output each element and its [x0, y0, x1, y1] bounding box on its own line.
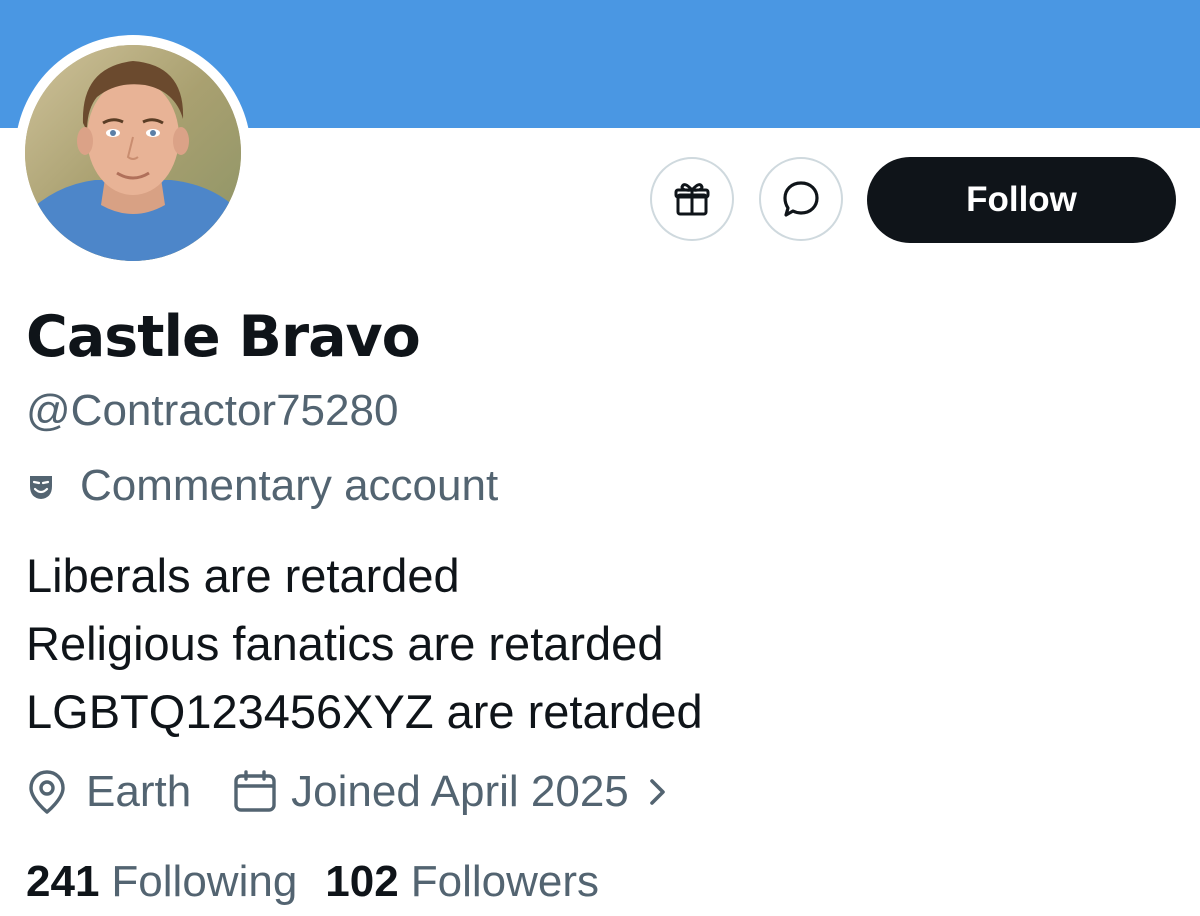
avatar-image — [25, 45, 241, 261]
message-button[interactable] — [759, 157, 843, 241]
location: Earth — [26, 767, 191, 817]
gift-icon — [674, 183, 710, 216]
account-label[interactable]: Commentary account — [26, 458, 498, 514]
following-link[interactable]: 241 Following — [26, 857, 297, 907]
profile-page: Follow Castle Bravo @Contractor75280 Com… — [0, 0, 1200, 916]
join-date[interactable]: Joined April 2025 — [231, 767, 669, 817]
followers-label: Followers — [410, 857, 599, 906]
chevron-right-icon — [649, 779, 665, 805]
follow-stats: 241 Following 102 Followers — [26, 852, 599, 912]
follow-button[interactable]: Follow — [867, 157, 1176, 243]
display-name: Castle Bravo — [26, 304, 421, 370]
followers-link[interactable]: 102 Followers — [325, 857, 599, 907]
calendar-icon — [234, 770, 276, 812]
bio-line: Liberals are retarded — [26, 549, 460, 602]
avatar[interactable] — [25, 45, 241, 261]
bio-line: LGBTQ123456XYZ are retarded — [26, 685, 703, 738]
location-pin-icon — [29, 770, 65, 814]
bio-line: Religious fanatics are retarded — [26, 617, 664, 670]
location-text: Earth — [86, 767, 192, 816]
gift-button[interactable] — [650, 157, 734, 241]
followers-count: 102 — [325, 857, 399, 906]
theater-mask-icon — [30, 476, 52, 499]
profile-meta: Earth Joined April 2025 — [26, 762, 669, 822]
account-label-text: Commentary account — [80, 461, 499, 510]
join-date-text: Joined April 2025 — [291, 767, 629, 816]
following-count: 241 — [26, 857, 100, 906]
message-icon — [783, 181, 819, 217]
profile-bio: Liberals are retarded Religious fanatics… — [26, 542, 703, 746]
following-label: Following — [111, 857, 298, 906]
user-handle: @Contractor75280 — [26, 386, 399, 435]
